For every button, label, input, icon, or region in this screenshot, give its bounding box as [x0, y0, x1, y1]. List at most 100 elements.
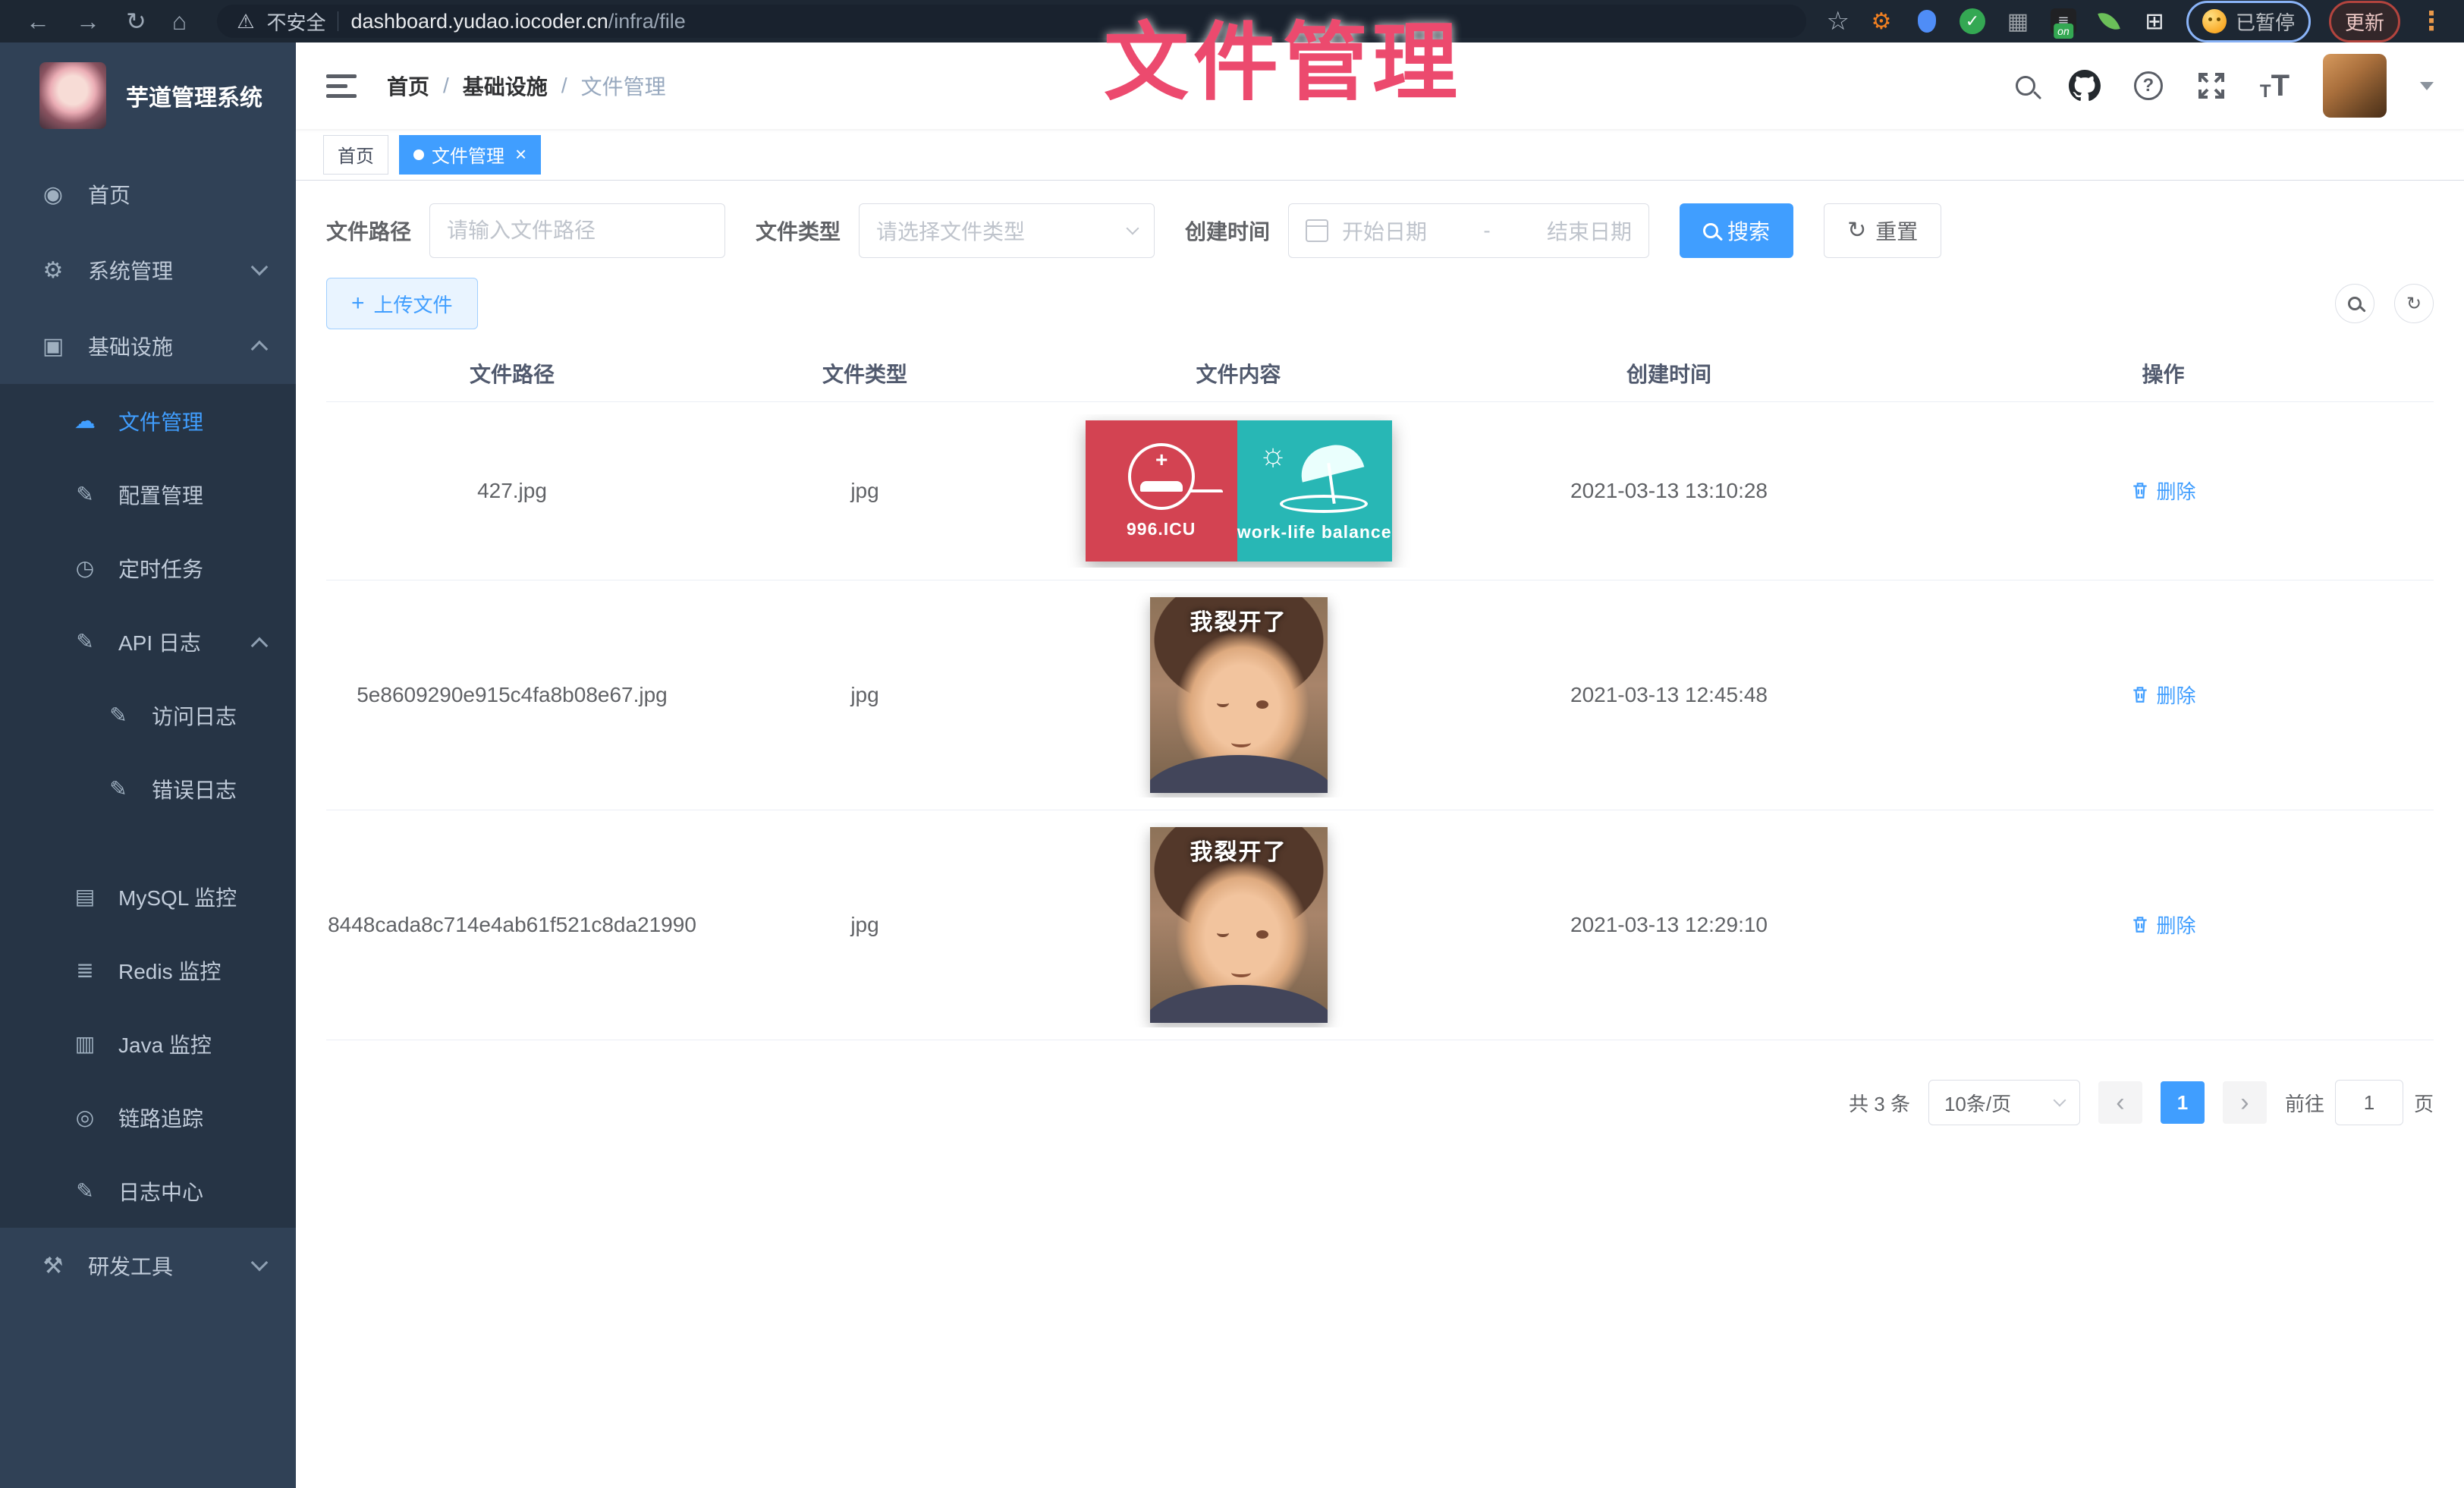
tag-file-manage[interactable]: 文件管理 ×	[399, 135, 541, 175]
security-warning-icon[interactable]: ⚠	[237, 10, 254, 33]
extension-switch-icon[interactable]: ≣	[2050, 8, 2077, 35]
sidebar-item-scheduled-jobs[interactable]: ◷ 定时任务	[0, 531, 296, 605]
log-icon: ✎	[103, 776, 134, 801]
breadcrumb-home[interactable]: 首页	[387, 71, 429, 101]
delete-label: 删除	[2156, 681, 2195, 709]
address-bar[interactable]: ⚠ 不安全 dashboard.yudao.iocoder.cn/infra/f…	[217, 5, 1806, 38]
sidebar-item-label: 文件管理	[118, 406, 203, 436]
file-preview-image[interactable]: 我裂开了	[1150, 597, 1328, 793]
sidebar-item-label: 定时任务	[118, 553, 203, 584]
avatar-caret-icon[interactable]	[2420, 82, 2434, 90]
col-actions: 操作	[1893, 358, 2434, 389]
font-size-icon[interactable]: TT	[2260, 71, 2290, 101]
extension-check-icon[interactable]: ✓	[1959, 8, 1986, 35]
next-page-button[interactable]: ›	[2223, 1081, 2267, 1124]
tag-home[interactable]: 首页	[323, 135, 388, 175]
update-label: 更新	[2345, 8, 2384, 36]
file-type-label: 文件类型	[756, 215, 841, 246]
paused-extension-chip[interactable]: 已暂停	[2186, 1, 2311, 42]
sidebar-collapse-icon[interactable]	[326, 74, 357, 98]
page-size-value: 10条/页	[1944, 1089, 2011, 1117]
upload-file-button[interactable]: + 上传文件	[326, 278, 478, 329]
app-shell: 芋道管理系统 ◉ 首页 ⚙ 系统管理 ▣ 基础设施 ☁ 文件管理	[0, 42, 2464, 1488]
breadcrumb-infra[interactable]: 基础设施	[463, 71, 548, 101]
home-icon[interactable]: ⌂	[172, 8, 187, 36]
sidebar-logo-row[interactable]: 芋道管理系统	[0, 42, 296, 149]
refresh-icon: ↻	[1847, 219, 1866, 242]
sidebar-item-label: 系统管理	[88, 255, 173, 285]
file-preview-image[interactable]: 996.ICU ☼ work-life balance	[1086, 420, 1392, 562]
extensions-puzzle-icon[interactable]: ⊞	[2141, 8, 2168, 35]
close-icon[interactable]: ×	[515, 143, 526, 166]
cell-file-path: 8448cada8c714e4ab61f521c8da21990	[326, 913, 698, 937]
file-path-input[interactable]	[429, 203, 725, 258]
browser-nav-buttons: ← → ↻ ⌂	[15, 7, 197, 36]
browser-menu-icon[interactable]: ⋮	[2418, 6, 2444, 36]
user-avatar[interactable]	[2323, 54, 2387, 118]
banner-right-text: work-life balance	[1237, 522, 1392, 543]
search-button[interactable]: 搜索	[1680, 203, 1793, 258]
help-icon[interactable]: ?	[2134, 71, 2163, 100]
date-range-picker[interactable]: 开始日期 - 结束日期	[1288, 203, 1649, 258]
extension-gear-icon[interactable]: ⚙	[1868, 8, 1895, 35]
goto-label: 前往	[2285, 1089, 2324, 1117]
sidebar-item-mysql-monitor[interactable]: ▤ MySQL 监控	[0, 860, 296, 933]
bookmark-star-icon[interactable]: ☆	[1826, 6, 1849, 36]
prev-page-button[interactable]: ‹	[2098, 1081, 2142, 1124]
sidebar-item-log-center[interactable]: ✎ 日志中心	[0, 1154, 296, 1228]
sidebar-item-api-log[interactable]: ✎ API 日志	[0, 605, 296, 678]
chevron-down-icon	[2053, 1094, 2066, 1107]
sidebar-item-infra[interactable]: ▣ 基础设施	[0, 308, 296, 384]
sidebar-item-label: MySQL 监控	[118, 882, 237, 912]
sidebar-item-error-log[interactable]: ✎ 错误日志	[0, 752, 296, 826]
delete-button[interactable]: 删除	[2130, 477, 2195, 505]
sidebar-item-dev-tools[interactable]: ⚒ 研发工具	[0, 1228, 296, 1304]
github-icon[interactable]	[2069, 70, 2101, 102]
table-toolbar: + 上传文件 ↻	[326, 278, 2434, 329]
page-1-button[interactable]: 1	[2161, 1081, 2205, 1124]
extension-grid-icon[interactable]: ▦	[2004, 8, 2032, 35]
extension-shield-icon[interactable]	[1913, 8, 1941, 35]
file-table: 文件路径 文件类型 文件内容 创建时间 操作 427.jpg jpg 996.I	[326, 344, 2434, 1040]
back-icon[interactable]: ←	[26, 8, 50, 36]
reload-icon[interactable]: ↻	[126, 7, 146, 36]
breadcrumb-separator: /	[561, 74, 567, 98]
search-icon	[1703, 223, 1718, 238]
file-preview-image[interactable]: 我裂开了	[1150, 827, 1328, 1023]
search-icon[interactable]	[2016, 76, 2035, 96]
sidebar-item-system[interactable]: ⚙ 系统管理	[0, 232, 296, 308]
main-area: 首页 / 基础设施 / 文件管理 ? TT 首页 文件管理	[296, 42, 2464, 1488]
sidebar-item-label: 日志中心	[118, 1176, 203, 1206]
toggle-search-button[interactable]	[2335, 284, 2374, 323]
page-size-select[interactable]: 10条/页	[1928, 1080, 2080, 1125]
breadcrumb-current: 文件管理	[581, 71, 666, 101]
sidebar-item-config-manage[interactable]: ✎ 配置管理	[0, 458, 296, 531]
meme-caption: 我裂开了	[1150, 833, 1328, 867]
sidebar-item-access-log[interactable]: ✎ 访问日志	[0, 678, 296, 752]
sidebar-item-label: Redis 监控	[118, 955, 221, 986]
file-type-select[interactable]: 请选择文件类型	[859, 203, 1155, 258]
browser-update-button[interactable]: 更新	[2329, 1, 2400, 42]
sidebar-item-trace[interactable]: ◎ 链路追踪	[0, 1081, 296, 1154]
goto-page-input[interactable]	[2335, 1080, 2403, 1125]
upload-button-label: 上传文件	[374, 290, 453, 318]
sun-icon: ☼	[1259, 439, 1288, 470]
extension-leaf-icon[interactable]	[2095, 8, 2123, 35]
cell-file-path: 427.jpg	[326, 479, 698, 503]
eye-icon: ◎	[70, 1105, 100, 1130]
forward-icon[interactable]: →	[76, 8, 100, 36]
sidebar-item-label: 首页	[88, 179, 130, 209]
sidebar-item-home[interactable]: ◉ 首页	[0, 156, 296, 232]
refresh-table-button[interactable]: ↻	[2394, 284, 2434, 323]
sidebar-item-file-manage[interactable]: ☁ 文件管理	[0, 384, 296, 458]
sidebar-item-java-monitor[interactable]: ▥ Java 监控	[0, 1007, 296, 1081]
reset-button[interactable]: ↻ 重置	[1824, 203, 1941, 258]
table-row: 427.jpg jpg 996.ICU ☼	[326, 402, 2434, 580]
delete-button[interactable]: 删除	[2130, 911, 2195, 939]
fullscreen-icon[interactable]	[2196, 71, 2227, 101]
sidebar-item-redis-monitor[interactable]: ≣ Redis 监控	[0, 933, 296, 1007]
sidebar-item-label: 错误日志	[152, 774, 237, 804]
sidebar-item-label: 访问日志	[152, 700, 237, 731]
delete-button[interactable]: 删除	[2130, 681, 2195, 709]
col-file-path: 文件路径	[326, 358, 698, 389]
